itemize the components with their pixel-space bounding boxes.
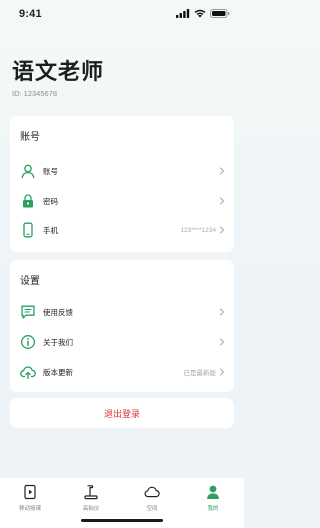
tab-label: 移动授课 bbox=[18, 506, 41, 512]
person-icon bbox=[207, 485, 219, 499]
chevron-right-icon bbox=[219, 338, 225, 346]
info-icon bbox=[21, 335, 35, 349]
status-time: 9:41 bbox=[19, 8, 42, 20]
update-label: 版本更新 bbox=[43, 367, 73, 377]
tab-document-camera[interactable]: 高拍仪 bbox=[68, 484, 114, 512]
account-label: 账号 bbox=[43, 166, 58, 176]
cloud-icon bbox=[144, 486, 160, 498]
profile-id: ID: 12345678 bbox=[12, 89, 58, 98]
phone-row[interactable]: 手机 123****1234 bbox=[10, 217, 234, 243]
update-row[interactable]: 版本更新 已是最新版 bbox=[10, 359, 234, 385]
phone-icon bbox=[23, 222, 33, 238]
status-icons bbox=[176, 9, 230, 18]
phone-number: 123****1234 bbox=[180, 226, 216, 234]
logout-label: 退出登录 bbox=[103, 409, 140, 420]
profile-name: 语文老师 bbox=[12, 60, 105, 85]
tab-mobile-teaching[interactable]: 移动授课 bbox=[7, 484, 53, 512]
chevron-right-icon bbox=[219, 368, 225, 376]
tab-space[interactable]: 空间 bbox=[129, 484, 175, 512]
about-label: 关于我们 bbox=[43, 337, 73, 347]
feedback-row[interactable]: 使用反馈 bbox=[10, 299, 234, 325]
tab-label: 高拍仪 bbox=[82, 506, 100, 512]
password-label: 密码 bbox=[43, 196, 58, 206]
mobile-teaching-icon bbox=[24, 484, 36, 500]
chevron-right-icon bbox=[219, 167, 225, 175]
tab-mine[interactable]: 我的 bbox=[190, 484, 236, 512]
account-section-title: 账号 bbox=[20, 132, 40, 143]
about-row[interactable]: 关于我们 bbox=[10, 329, 234, 355]
tab-label: 我的 bbox=[207, 506, 219, 512]
battery-icon bbox=[210, 9, 230, 18]
settings-card: 设置 使用反馈 关于我们 版本更新 已是最新版 bbox=[10, 260, 234, 392]
user-icon bbox=[21, 164, 35, 179]
feedback-icon bbox=[21, 305, 35, 319]
status-bar: 9:41 bbox=[0, 0, 244, 30]
settings-section-title: 设置 bbox=[20, 276, 40, 287]
phone-label: 手机 bbox=[43, 225, 58, 235]
feedback-label: 使用反馈 bbox=[43, 307, 73, 317]
lock-icon bbox=[23, 194, 33, 208]
password-row[interactable]: 密码 bbox=[10, 188, 234, 214]
wifi-icon bbox=[194, 9, 206, 18]
home-indicator bbox=[81, 519, 163, 522]
account-card: 账号 账号 密码 手机 123****1234 bbox=[10, 116, 234, 252]
tab-label: 空间 bbox=[146, 506, 158, 512]
logout-button[interactable]: 退出登录 bbox=[10, 398, 234, 428]
cloud-upload-icon bbox=[20, 366, 36, 380]
version-status: 已是最新版 bbox=[183, 370, 217, 377]
chevron-right-icon bbox=[219, 197, 225, 205]
account-row[interactable]: 账号 bbox=[10, 158, 234, 184]
chevron-right-icon bbox=[219, 226, 225, 234]
chevron-right-icon bbox=[219, 308, 225, 316]
document-camera-icon bbox=[84, 485, 98, 500]
signal-icon bbox=[176, 9, 190, 18]
